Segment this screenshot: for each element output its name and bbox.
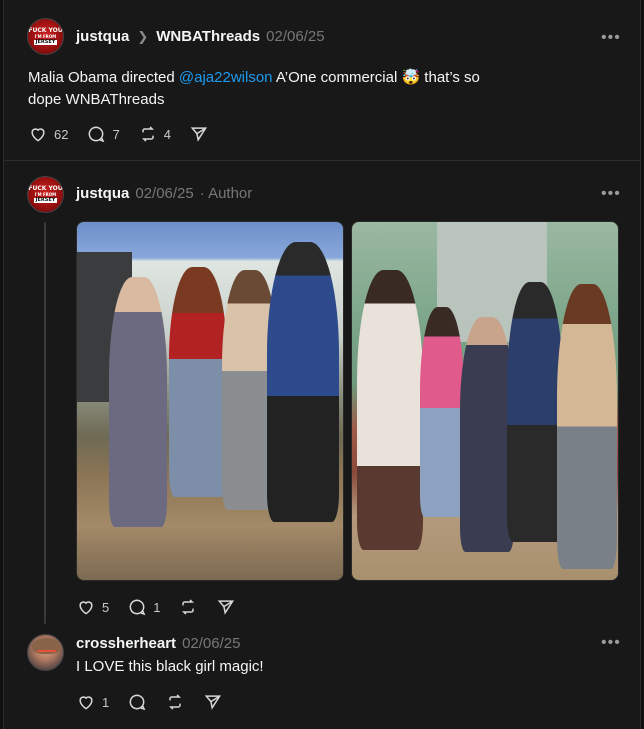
send-icon xyxy=(190,127,207,142)
heart-icon xyxy=(31,128,45,142)
post-actions: 62 7 4 xyxy=(28,124,227,144)
threads-feed: FUCK YOU I'M FROM JERSEY justqua ❯ WNBAT… xyxy=(3,0,641,729)
post-text: Malia Obama directed @aja22wilson A’One … xyxy=(28,69,480,108)
avatar[interactable]: FUCK YOU I'M FROM JERSEY xyxy=(27,18,64,55)
reply-count: 1 xyxy=(153,599,161,615)
glasses-icon xyxy=(37,650,56,655)
person-figure xyxy=(507,282,563,542)
avatar[interactable]: FUCK YOU I'M FROM JERSEY xyxy=(27,176,64,213)
comment-icon xyxy=(129,694,146,711)
like-button[interactable]: 5 xyxy=(76,597,109,617)
avatar[interactable] xyxy=(27,634,64,671)
like-button[interactable]: 62 xyxy=(28,124,68,144)
person-figure xyxy=(420,307,464,517)
chevron-right-icon: ❯ xyxy=(137,29,149,44)
comment-icon xyxy=(89,126,105,143)
like-count: 62 xyxy=(54,126,69,142)
author-badge: · Author xyxy=(199,185,253,202)
like-button[interactable]: 1 xyxy=(76,692,109,712)
reply-date: 02/06/25 xyxy=(135,185,194,202)
send-icon xyxy=(204,695,222,710)
reply-date: 02/06/25 xyxy=(182,635,241,652)
heart-icon xyxy=(79,601,93,615)
repost-icon xyxy=(141,126,154,142)
repost-count: 4 xyxy=(163,126,171,142)
share-button[interactable] xyxy=(203,692,223,712)
username-link[interactable]: justqua xyxy=(76,185,129,202)
mention-link[interactable]: @aja22wilson xyxy=(179,69,273,86)
username-link[interactable]: crossherheart xyxy=(76,635,176,652)
post-divider xyxy=(4,160,640,161)
person-figure xyxy=(357,270,423,550)
like-count: 1 xyxy=(102,694,110,710)
more-options-icon[interactable]: ••• xyxy=(601,634,621,652)
reply-header: crossherheart 02/06/25 xyxy=(76,635,240,652)
send-icon xyxy=(218,600,235,615)
reply-text: I LOVE this black girl magic! xyxy=(76,658,264,675)
like-count: 5 xyxy=(102,599,110,615)
thread-line xyxy=(44,222,46,624)
more-options-icon[interactable]: ••• xyxy=(601,185,621,203)
person-figure xyxy=(557,284,617,569)
share-button[interactable] xyxy=(189,124,209,144)
repost-button[interactable] xyxy=(178,597,198,617)
person-figure xyxy=(267,242,339,522)
repost-button[interactable]: 4 xyxy=(138,124,171,144)
reply-actions: 5 1 xyxy=(76,597,254,617)
photo-crew-group[interactable] xyxy=(76,221,344,581)
reply-count: 7 xyxy=(112,126,120,142)
community-link[interactable]: WNBAThreads xyxy=(156,28,260,45)
post-header: justqua ❯ WNBAThreads 02/06/25 xyxy=(76,28,325,45)
repost-icon xyxy=(182,599,195,615)
person-figure xyxy=(460,317,514,552)
reply-button[interactable]: 1 xyxy=(127,597,160,617)
username-link[interactable]: justqua xyxy=(76,28,129,45)
reply-button[interactable]: 7 xyxy=(86,124,120,144)
comment-icon xyxy=(129,599,146,616)
reply-header: justqua 02/06/25 · Author xyxy=(76,185,252,202)
post-date: 02/06/25 xyxy=(266,28,325,45)
person-figure xyxy=(109,277,167,527)
heart-icon xyxy=(79,696,93,710)
share-button[interactable] xyxy=(216,597,236,617)
repost-icon xyxy=(169,694,182,710)
reply-actions: 1 xyxy=(76,692,241,712)
more-options-icon[interactable]: ••• xyxy=(601,29,621,47)
repost-button[interactable] xyxy=(165,692,185,712)
person-figure xyxy=(169,267,227,497)
photo-cast-group[interactable] xyxy=(351,221,619,581)
reply-button[interactable] xyxy=(127,692,147,712)
